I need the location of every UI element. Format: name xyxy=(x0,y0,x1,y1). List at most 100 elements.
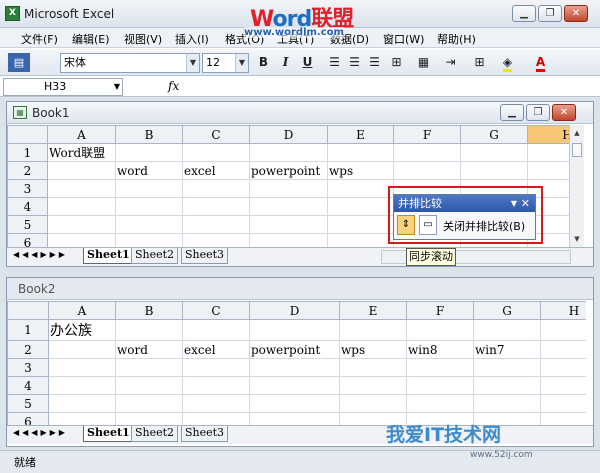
column-header[interactable]: B xyxy=(115,301,183,320)
column-header-selected[interactable]: H xyxy=(527,125,569,144)
cell[interactable] xyxy=(182,394,250,413)
cell[interactable] xyxy=(115,394,183,413)
cell[interactable] xyxy=(249,376,340,395)
row-header[interactable]: 1 xyxy=(7,319,49,341)
cell[interactable] xyxy=(339,376,407,395)
column-header[interactable]: D xyxy=(249,301,340,320)
cell[interactable] xyxy=(406,376,474,395)
cell[interactable] xyxy=(460,143,528,162)
cell[interactable]: word xyxy=(115,161,183,180)
cell[interactable] xyxy=(327,197,394,216)
column-header[interactable]: C xyxy=(182,125,250,144)
cell[interactable] xyxy=(540,376,586,395)
cell[interactable] xyxy=(473,358,541,377)
tab-sheet2[interactable]: Sheet2 xyxy=(131,248,179,264)
cell[interactable] xyxy=(406,358,474,377)
restore-button[interactable]: ❐ xyxy=(538,5,562,22)
book1-vertical-scrollbar[interactable]: ▲ ▼ xyxy=(569,125,584,247)
cell[interactable] xyxy=(48,358,116,377)
cell[interactable] xyxy=(393,143,461,162)
tab-sheet3[interactable]: Sheet3 xyxy=(181,426,229,442)
function-icon[interactable]: fx xyxy=(168,79,179,93)
cell[interactable] xyxy=(249,233,328,247)
cell[interactable] xyxy=(47,197,116,216)
font-color-icon[interactable]: A xyxy=(531,53,550,72)
cell[interactable] xyxy=(249,197,328,216)
name-box[interactable]: H33 ▼ xyxy=(3,78,123,96)
cell[interactable] xyxy=(115,233,183,247)
cell[interactable] xyxy=(339,358,407,377)
cell[interactable] xyxy=(182,179,250,198)
cell[interactable] xyxy=(327,233,394,247)
book1-restore-button[interactable]: ❐ xyxy=(526,104,550,121)
cell[interactable] xyxy=(47,215,116,234)
cell[interactable] xyxy=(249,319,340,341)
cell[interactable] xyxy=(48,394,116,413)
book1-close-button[interactable]: ✕ xyxy=(552,104,576,121)
cell[interactable] xyxy=(527,161,569,180)
column-header[interactable]: F xyxy=(406,301,474,320)
cell[interactable] xyxy=(473,319,541,341)
row-header[interactable]: 6 xyxy=(7,412,49,425)
tab-sheet1[interactable]: Sheet1 xyxy=(83,426,134,442)
cell[interactable]: excel xyxy=(182,161,250,180)
cell[interactable] xyxy=(339,319,407,341)
menu-window[interactable]: 窗口(W) xyxy=(383,31,424,47)
align-left-icon[interactable]: ☰ xyxy=(325,53,344,72)
cell[interactable] xyxy=(327,179,394,198)
cell[interactable] xyxy=(115,215,183,234)
row-header[interactable]: 1 xyxy=(7,143,48,162)
row-header[interactable]: 3 xyxy=(7,358,49,377)
cell[interactable] xyxy=(249,143,328,162)
cell[interactable] xyxy=(249,394,340,413)
cell[interactable] xyxy=(182,197,250,216)
row-header[interactable]: 3 xyxy=(7,179,48,198)
column-header[interactable]: D xyxy=(249,125,328,144)
align-right-icon[interactable]: ☰ xyxy=(365,53,384,72)
column-header[interactable]: A xyxy=(47,125,116,144)
compare-toolbar-title-bar[interactable]: 并排比较 ▼ ✕ xyxy=(394,195,535,212)
borders-icon[interactable]: ⊞ xyxy=(470,53,489,72)
cell[interactable] xyxy=(540,394,586,413)
cell[interactable] xyxy=(540,319,586,341)
column-header[interactable]: B xyxy=(115,125,183,144)
cell[interactable] xyxy=(115,319,183,341)
row-header[interactable]: 4 xyxy=(7,376,49,395)
menu-file[interactable]: 文件(F) xyxy=(21,31,58,47)
cell[interactable] xyxy=(182,143,250,162)
italic-button[interactable]: I xyxy=(276,53,295,72)
cell[interactable] xyxy=(527,143,569,162)
row-header[interactable]: 5 xyxy=(7,215,48,234)
cell[interactable] xyxy=(460,161,528,180)
row-header[interactable]: 5 xyxy=(7,394,49,413)
synchronous-scroll-button[interactable]: ⇕ xyxy=(397,215,415,235)
column-header[interactable]: G xyxy=(473,301,541,320)
cell[interactable]: word xyxy=(115,340,183,359)
cell[interactable] xyxy=(182,233,250,247)
cell[interactable] xyxy=(540,340,586,359)
menu-insert[interactable]: 插入(I) xyxy=(175,31,209,47)
cell[interactable] xyxy=(406,319,474,341)
column-header[interactable]: C xyxy=(182,301,250,320)
column-header[interactable]: A xyxy=(48,301,116,320)
column-header[interactable]: F xyxy=(393,125,461,144)
cell[interactable] xyxy=(182,376,250,395)
tab-nav-arrows-icon[interactable]: ◀◀◀▶▶▶ xyxy=(13,428,68,437)
cell[interactable] xyxy=(47,233,116,247)
cell[interactable] xyxy=(473,394,541,413)
fill-color-icon[interactable]: ◈ xyxy=(498,53,517,72)
bold-button[interactable]: B xyxy=(254,53,273,72)
cell[interactable] xyxy=(540,358,586,377)
tab-sheet3[interactable]: Sheet3 xyxy=(181,248,229,264)
save-icon[interactable]: ▤ xyxy=(8,53,30,72)
cell[interactable]: 办公族 xyxy=(48,319,116,341)
column-header[interactable]: H xyxy=(540,301,586,320)
align-center-icon[interactable]: ☰ xyxy=(345,53,364,72)
cell[interactable]: powerpoint xyxy=(249,161,328,180)
cell[interactable] xyxy=(249,215,328,234)
cell[interactable] xyxy=(182,412,250,425)
cell[interactable] xyxy=(249,412,340,425)
cell[interactable] xyxy=(47,161,116,180)
row-header[interactable]: 4 xyxy=(7,197,48,216)
cell[interactable] xyxy=(182,319,250,341)
